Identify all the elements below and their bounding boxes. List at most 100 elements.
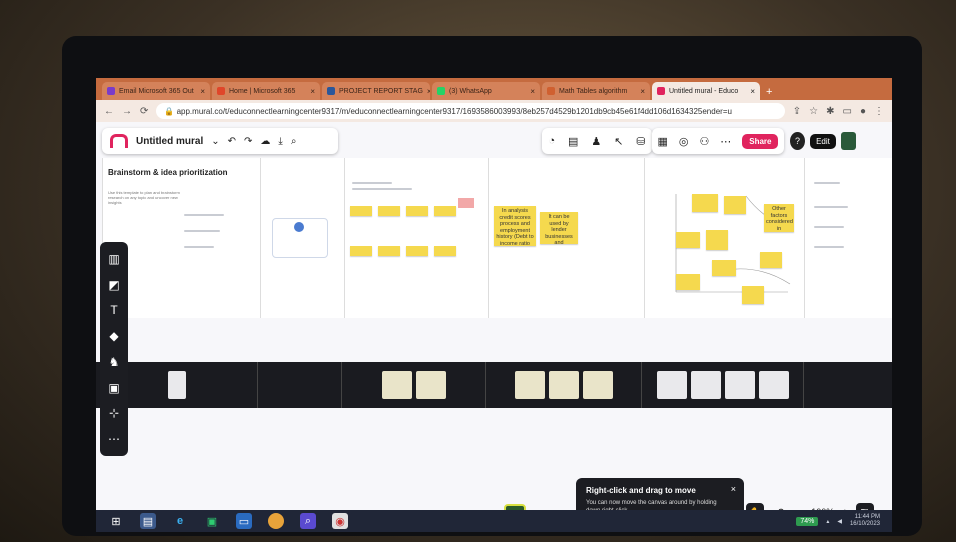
screen: Email Microsoft 365 Out × Home | Microsof…: [96, 78, 892, 532]
thumbnail-cell[interactable]: [486, 362, 642, 408]
edit-button[interactable]: Edit: [810, 133, 836, 149]
private-mode-icon[interactable]: ⛁: [636, 135, 645, 148]
sticky-note[interactable]: [760, 252, 782, 268]
text-line: [352, 182, 392, 184]
sidepanel-icon[interactable]: ▭: [843, 106, 852, 117]
pointer-icon[interactable]: ↖: [614, 135, 623, 148]
sticky-note-icon[interactable]: ◩: [108, 278, 119, 292]
left-toolbar: ▥ ◩ T ◆ ♞ ▣ ⊹ ⋯: [100, 242, 128, 456]
thumbnail: [758, 371, 789, 399]
sticky-note-regression[interactable]: Other factors considered in regression: [764, 204, 794, 232]
more-tools-icon[interactable]: ⋯: [108, 432, 120, 446]
store-icon[interactable]: ▣: [204, 513, 220, 529]
close-icon[interactable]: ×: [200, 87, 205, 96]
chrome-profile-icon[interactable]: ◉: [332, 513, 348, 529]
close-icon[interactable]: ×: [750, 87, 755, 96]
search-app-icon[interactable]: ⌕: [300, 513, 316, 529]
reload-icon[interactable]: ⟳: [140, 106, 148, 117]
thumbnail-cell[interactable]: [258, 362, 342, 408]
sticky-note[interactable]: [724, 196, 746, 214]
sticky-note[interactable]: [406, 206, 428, 216]
shapes-icon[interactable]: ◆: [109, 329, 118, 343]
sticky-note[interactable]: [692, 194, 718, 212]
sticky-note[interactable]: [378, 206, 400, 216]
undo-icon[interactable]: ↶: [228, 136, 236, 147]
sticky-note[interactable]: [712, 260, 736, 276]
comment-icon[interactable]: ▤: [568, 135, 578, 148]
templates-icon[interactable]: ▥: [108, 252, 119, 266]
help-button[interactable]: ?: [790, 132, 806, 150]
forward-icon[interactable]: →: [122, 106, 132, 117]
volume-icon[interactable]: ◀: [837, 518, 842, 525]
sticky-note-banks[interactable]: It can be used by lender businesses and …: [540, 212, 578, 244]
avatar[interactable]: [840, 132, 856, 150]
vote-icon[interactable]: ♟: [591, 135, 601, 148]
extensions-icon[interactable]: ✱: [826, 106, 834, 117]
mural-logo-icon: [110, 134, 128, 148]
chrome-icon[interactable]: [268, 513, 284, 529]
battery-indicator[interactable]: 74%: [796, 516, 819, 526]
pink-sticky-note[interactable]: [458, 198, 474, 208]
close-icon[interactable]: ×: [310, 87, 315, 96]
sticky-note[interactable]: [676, 274, 700, 290]
url-field[interactable]: 🔒 app.mural.co/t/educonnectlearningcente…: [156, 103, 785, 119]
chevron-down-icon[interactable]: ⌄: [211, 136, 219, 147]
close-icon[interactable]: ×: [640, 87, 645, 96]
image-icon[interactable]: ▣: [108, 381, 119, 395]
thumbnail-cell[interactable]: [804, 362, 892, 408]
lock-icon: 🔒: [164, 106, 177, 116]
sticky-note[interactable]: [706, 230, 728, 250]
more-icon[interactable]: ⋯: [720, 135, 731, 148]
redo-icon[interactable]: ↷: [244, 136, 252, 147]
mural-title[interactable]: Untitled mural: [136, 136, 203, 147]
sticky-note[interactable]: [434, 206, 456, 216]
sticky-note[interactable]: [742, 286, 764, 304]
bookmark-star-icon[interactable]: ☆: [809, 106, 818, 117]
browser-tab[interactable]: Email Microsoft 365 Out ×: [102, 82, 210, 100]
close-icon[interactable]: ×: [731, 484, 736, 494]
search-icon[interactable]: ⌕: [291, 136, 297, 147]
cloud-icon[interactable]: ☁: [260, 136, 270, 147]
profile-icon[interactable]: ●: [860, 106, 866, 117]
diagram-icon[interactable]: ⊹: [109, 406, 119, 420]
menu-kebab-icon[interactable]: ⋮: [874, 106, 884, 117]
sticky-note[interactable]: [378, 246, 400, 256]
windows-start-icon[interactable]: ⊞: [108, 513, 124, 529]
thumbnail-cell[interactable]: [342, 362, 486, 408]
sticky-note[interactable]: [406, 246, 428, 256]
close-icon[interactable]: ×: [530, 87, 535, 96]
clock[interactable]: 11:44 PM 16/10/2023: [850, 514, 880, 528]
mural-app[interactable]: Brainstorm & idea prioritization Use thi…: [96, 122, 892, 532]
new-tab-button[interactable]: +: [762, 86, 776, 100]
sticky-note[interactable]: [676, 232, 700, 248]
browser-tab[interactable]: Math Tables algorithm ×: [542, 82, 650, 100]
browser-tab-active[interactable]: Untitled mural - Educo ×: [652, 82, 760, 100]
sticky-note-analysis[interactable]: In analysis credit scores process and em…: [494, 206, 536, 246]
icons-llama-icon[interactable]: ♞: [109, 355, 120, 369]
chat-icon[interactable]: ◎: [679, 135, 689, 148]
share-page-icon[interactable]: ⇪: [793, 106, 801, 117]
sticky-note[interactable]: [350, 206, 372, 216]
file-explorer-icon[interactable]: ▤: [140, 513, 156, 529]
sticky-note[interactable]: [350, 246, 372, 256]
browser-tab[interactable]: (3) WhatsApp ×: [432, 82, 540, 100]
internet-explorer-icon[interactable]: e: [172, 513, 188, 529]
timer-icon[interactable]: ◔: [548, 135, 555, 147]
person-icon[interactable]: ⚇: [699, 135, 709, 148]
present-icon[interactable]: ▦: [657, 135, 667, 148]
download-icon[interactable]: ⤓: [278, 136, 282, 147]
network-icon[interactable]: ▴: [826, 518, 829, 525]
browser-tab[interactable]: PROJECT REPORT STAG ×: [322, 82, 430, 100]
back-icon[interactable]: ←: [104, 106, 114, 117]
share-button[interactable]: Share: [742, 133, 779, 149]
text-icon[interactable]: T: [110, 303, 117, 317]
text-line: [184, 214, 224, 216]
desktop-app-icon[interactable]: ▭: [236, 513, 252, 529]
text-line: [352, 188, 412, 190]
text-line: [184, 246, 214, 248]
browser-tab[interactable]: Home | Microsoft 365 ×: [212, 82, 320, 100]
thumbnail-cell[interactable]: [642, 362, 804, 408]
sticky-note[interactable]: [434, 246, 456, 256]
address-bar: ← → ⟳ 🔒 app.mural.co/t/educonnectlearnin…: [96, 100, 892, 122]
close-icon[interactable]: ×: [427, 87, 430, 96]
